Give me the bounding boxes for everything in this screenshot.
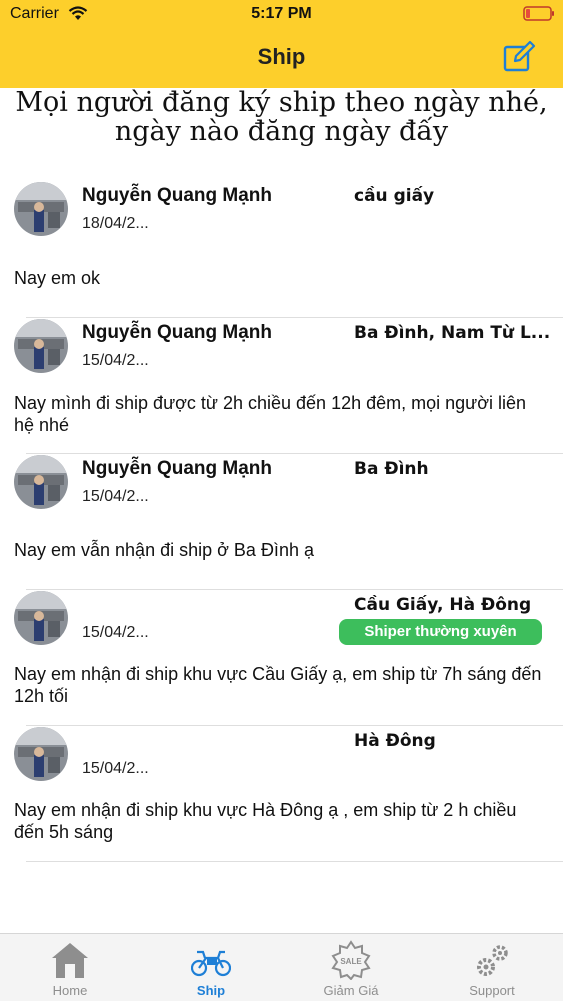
area-label: Ba Đình, Nam Từ L... xyxy=(354,323,551,343)
page-title: Ship xyxy=(257,44,306,69)
post-item[interactable]: Nguyễn Quang Mạnh Ba Đình 15/04/2... Nay… xyxy=(0,453,563,590)
tab-support-label: Support xyxy=(469,983,515,998)
area-label: Hà Đông xyxy=(354,731,436,751)
svg-text:SALE: SALE xyxy=(340,957,362,966)
post-item[interactable]: Nguyễn Quang Mạnh cầu giấy 18/04/2... Na… xyxy=(0,180,563,318)
post-date: 15/04/2... xyxy=(82,488,149,505)
tab-discount[interactable]: SALE Giảm Giá xyxy=(281,934,421,1001)
post-content: Nay em vẫn nhận đi ship ở Ba Đình ạ xyxy=(14,540,314,560)
avatar xyxy=(14,591,68,645)
post-content: Nay em nhận đi ship khu vực Hà Đông ạ , … xyxy=(14,800,517,842)
author-name: Nguyễn Quang Mạnh xyxy=(82,322,272,343)
avatar xyxy=(14,455,68,509)
tab-home-label: Home xyxy=(52,983,88,998)
author-name: Nguyễn Quang Mạnh xyxy=(82,185,272,206)
home-icon xyxy=(52,943,88,978)
tab-discount-label: Giảm Giá xyxy=(323,983,379,998)
clock: 5:17 PM xyxy=(251,5,312,22)
post-content: Nay em ok xyxy=(14,268,101,288)
notice-banner: Mọi người đăng ký ship theo ngày nhé, ng… xyxy=(15,87,548,147)
sale-badge-icon: SALE xyxy=(331,940,371,980)
compose-icon[interactable] xyxy=(502,40,536,74)
post-date: 15/04/2... xyxy=(82,624,149,641)
tab-home[interactable]: Home xyxy=(0,934,140,1001)
area-label: Cầu Giấy, Hà Đông xyxy=(354,595,532,615)
post-content: Nay em nhận đi ship khu vực Cầu Giấy ạ, … xyxy=(14,664,542,706)
nav-header: Carrier 5:17 PM Ship xyxy=(0,0,563,88)
tab-support[interactable]: Support xyxy=(422,934,562,1001)
area-label: Ba Đình xyxy=(354,459,429,479)
battery-icon xyxy=(523,6,554,21)
gears-icon xyxy=(477,945,508,976)
post-content: Nay mình đi ship được từ 2h chiều đến 12… xyxy=(14,393,527,435)
tab-ship[interactable]: Ship xyxy=(141,934,281,1001)
author-name: Nguyễn Quang Mạnh xyxy=(82,458,272,479)
tab-ship-label: Ship xyxy=(196,983,226,998)
regular-shipper-badge: Shiper thường xuyên xyxy=(339,619,542,645)
motorbike-icon xyxy=(191,950,231,977)
divider xyxy=(26,861,563,862)
post-item[interactable]: Nguyễn Quang Mạnh Ba Đình, Nam Từ L... 1… xyxy=(0,317,563,454)
avatar xyxy=(14,319,68,373)
post-item[interactable]: Hà Đông 15/04/2... Nay em nhận đi ship k… xyxy=(0,725,563,862)
avatar xyxy=(14,182,68,236)
post-date: 15/04/2... xyxy=(82,760,149,777)
tab-bar: Home Ship SALE Giảm Giá Support xyxy=(0,933,563,1001)
post-item[interactable]: Cầu Giấy, Hà Đông Shiper thường xuyên 15… xyxy=(0,589,563,726)
post-date: 15/04/2... xyxy=(82,352,149,369)
avatar xyxy=(14,727,68,781)
post-date: 18/04/2... xyxy=(82,215,149,232)
area-label: cầu giấy xyxy=(354,186,435,206)
status-bar: Carrier 5:17 PM xyxy=(0,0,563,30)
